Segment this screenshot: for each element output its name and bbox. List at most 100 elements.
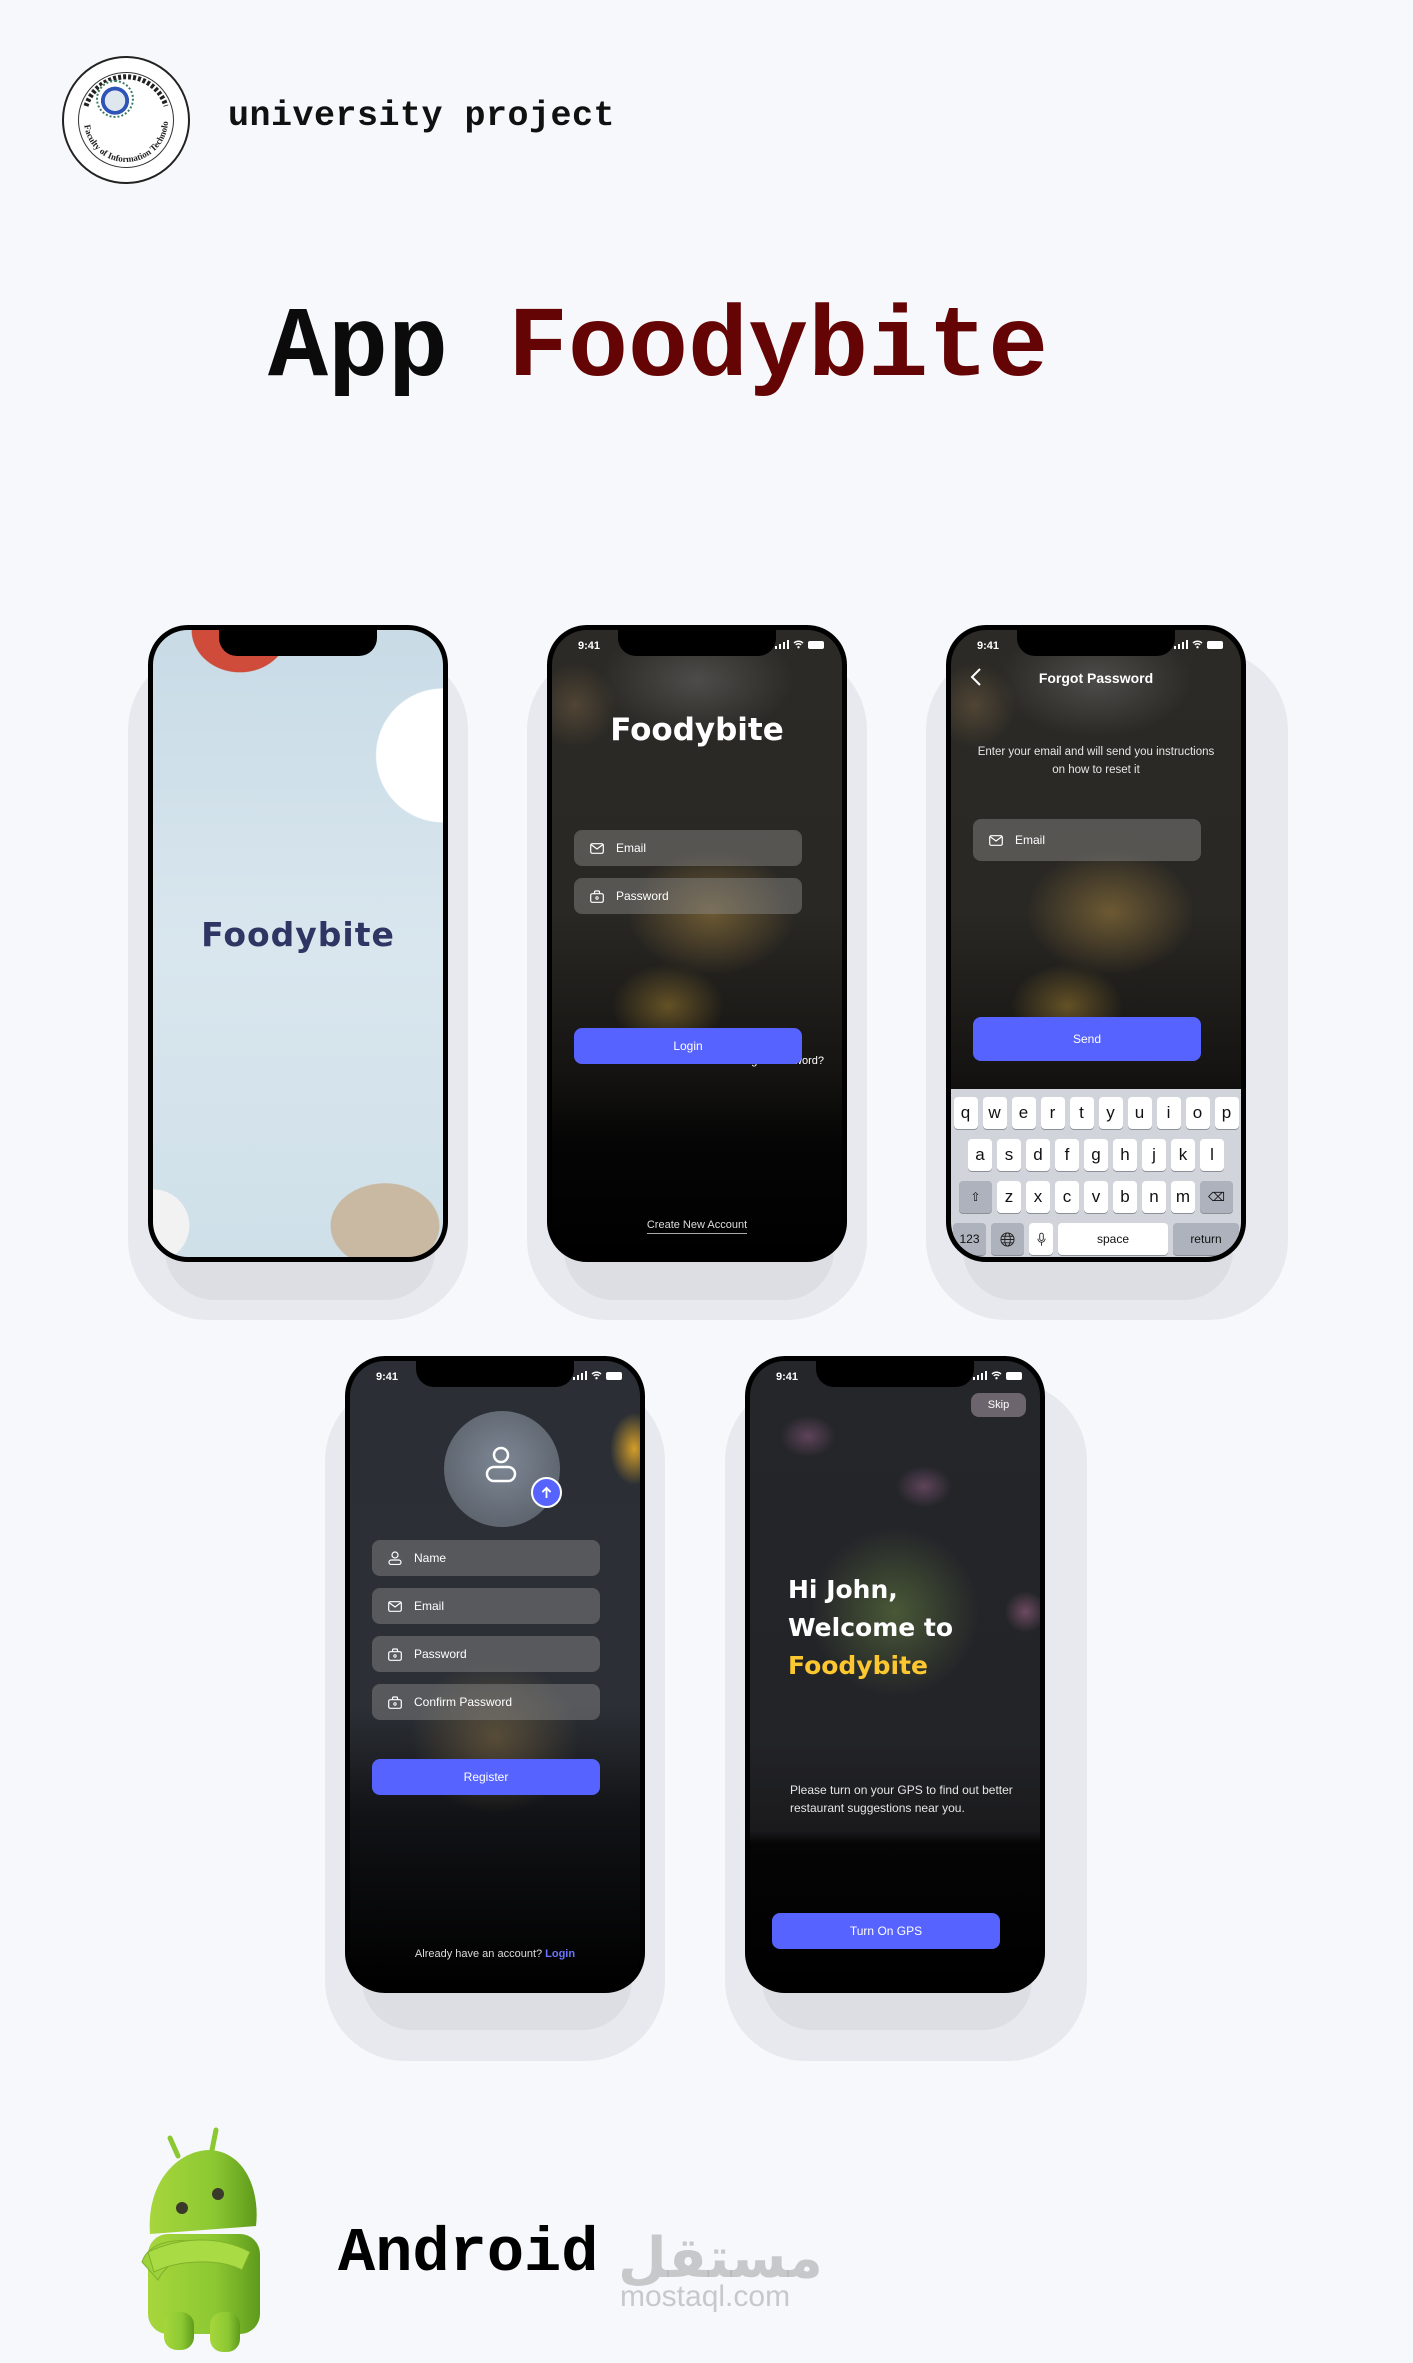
key-u[interactable]: u [1127,1097,1152,1129]
phone-welcome: 9:41 Skip Hi John, Welcome to Foodybite … [745,1356,1045,1993]
key-k[interactable]: k [1171,1139,1195,1171]
watermark-url: mostaql.com [620,2280,791,2313]
register-screen: 9:41 Name Email Password Confirm Passwor… [350,1361,640,1988]
microphone-key[interactable] [1029,1223,1053,1255]
phone-register: 9:41 Name Email Password Confirm Passwor… [345,1356,645,1993]
wifi-icon [1192,640,1203,649]
keyboard-row-2: asdfghjkl [951,1139,1241,1171]
key-h[interactable]: h [1113,1139,1137,1171]
create-account-link[interactable]: Create New Account [646,1219,748,1234]
register-button[interactable]: Register [372,1759,600,1795]
wifi-icon [793,640,804,649]
confirm-password-field[interactable]: Confirm Password [372,1684,600,1720]
turn-on-gps-button[interactable]: Turn On GPS [772,1913,1000,1949]
greeting-line-1: Hi John, [788,1575,898,1604]
splash-brand: Foodybite [201,915,395,954]
return-key[interactable]: return [1173,1223,1239,1255]
phone-login: 9:41 Foodybite Email Password Forgot Pas… [547,625,847,1262]
key-c[interactable]: c [1055,1181,1079,1213]
signal-icon [774,640,789,649]
avatar-placeholder[interactable] [444,1411,560,1527]
key-n[interactable]: n [1142,1181,1166,1213]
status-time: 9:41 [578,640,601,652]
key-q[interactable]: q [953,1097,978,1129]
key-e[interactable]: e [1011,1097,1036,1129]
welcome-heading: Hi John, Welcome to Foodybite [788,1571,953,1685]
key-t[interactable]: t [1069,1097,1094,1129]
university-emblem-icon [96,80,134,118]
login-link[interactable]: Login [545,1948,575,1960]
signal-icon [572,1371,587,1380]
key-j[interactable]: j [1142,1139,1166,1171]
key-d[interactable]: d [1026,1139,1050,1171]
microphone-icon [1036,1232,1046,1246]
skip-button[interactable]: Skip [971,1393,1026,1417]
user-icon [485,1446,517,1483]
forgot-password-screen: 9:41 Forgot Password Enter your email an… [951,630,1241,1257]
title-brand: Foodybite [508,293,1049,406]
key-y[interactable]: y [1098,1097,1123,1129]
project-subtitle: university project [228,96,616,136]
key-w[interactable]: w [982,1097,1007,1129]
status-icons [1173,640,1223,649]
battery-icon [606,1371,622,1380]
key-o[interactable]: o [1185,1097,1210,1129]
back-chevron-icon[interactable] [969,667,983,687]
phone-forgot-password: 9:41 Forgot Password Enter your email an… [946,625,1246,1262]
send-button[interactable]: Send [973,1017,1201,1061]
email-placeholder: Email [616,841,647,855]
status-time: 9:41 [776,1371,799,1383]
lock-icon [590,889,604,903]
notch [219,630,377,656]
gps-description: Please turn on your GPS to find out bett… [790,1783,1013,1815]
login-button[interactable]: Login [574,1028,802,1064]
key-b[interactable]: b [1113,1181,1137,1213]
wifi-icon [591,1371,602,1380]
mail-icon [388,1600,402,1612]
password-placeholder: Password [616,889,669,903]
shift-key[interactable]: ⇧ [959,1181,992,1213]
key-m[interactable]: m [1171,1181,1195,1213]
key-s[interactable]: s [997,1139,1021,1171]
key-l[interactable]: l [1200,1139,1224,1171]
status-time: 9:41 [977,640,1000,652]
key-g[interactable]: g [1084,1139,1108,1171]
key-r[interactable]: r [1040,1097,1065,1129]
title-prefix: App [268,293,449,406]
key-x[interactable]: x [1026,1181,1050,1213]
name-field[interactable]: Name [372,1540,600,1576]
email-placeholder: Email [1015,833,1046,847]
key-p[interactable]: p [1214,1097,1239,1129]
key-z[interactable]: z [997,1181,1021,1213]
create-account-container: Create New Account [552,1213,842,1234]
password-field[interactable]: Password [574,878,802,914]
forgot-password-title: Forgot Password [1038,670,1154,686]
email-field[interactable]: Email [973,819,1201,861]
battery-icon [808,640,824,649]
upload-photo-button[interactable] [531,1477,562,1508]
globe-key[interactable] [991,1223,1024,1255]
password-field[interactable]: Password [372,1636,600,1672]
email-field[interactable]: Email [574,830,802,866]
backspace-key[interactable]: ⌫ [1200,1181,1233,1213]
keyboard-row-3: ⇧ z x c v b n m ⌫ [951,1181,1241,1213]
space-key[interactable]: space [1058,1223,1168,1255]
status-time: 9:41 [376,1371,399,1383]
welcome-screen: 9:41 Skip Hi John, Welcome to Foodybite … [750,1361,1040,1988]
onscreen-keyboard: qwertyuiop asdfghjkl ⇧ z x c v b n m ⌫ 123 spac… [951,1089,1241,1257]
key-a[interactable]: a [968,1139,992,1171]
email-field[interactable]: Email [372,1588,600,1624]
key-i[interactable]: i [1156,1097,1181,1129]
globe-icon [1000,1231,1015,1247]
numbers-key[interactable]: 123 [953,1223,986,1255]
key-v[interactable]: v [1084,1181,1108,1213]
forgot-password-description: Enter your email and will send you instr… [977,746,1215,776]
notch [1017,630,1175,656]
email-placeholder: Email [414,1599,445,1613]
key-f[interactable]: f [1055,1139,1079,1171]
confirm-password-placeholder: Confirm Password [414,1695,513,1709]
university-logo: Faculty of Information Technology [62,56,190,184]
signal-icon [972,1371,987,1380]
welcome-brand: Foodybite [788,1651,928,1680]
already-account-row: Already have an account? Login [350,1948,640,1960]
